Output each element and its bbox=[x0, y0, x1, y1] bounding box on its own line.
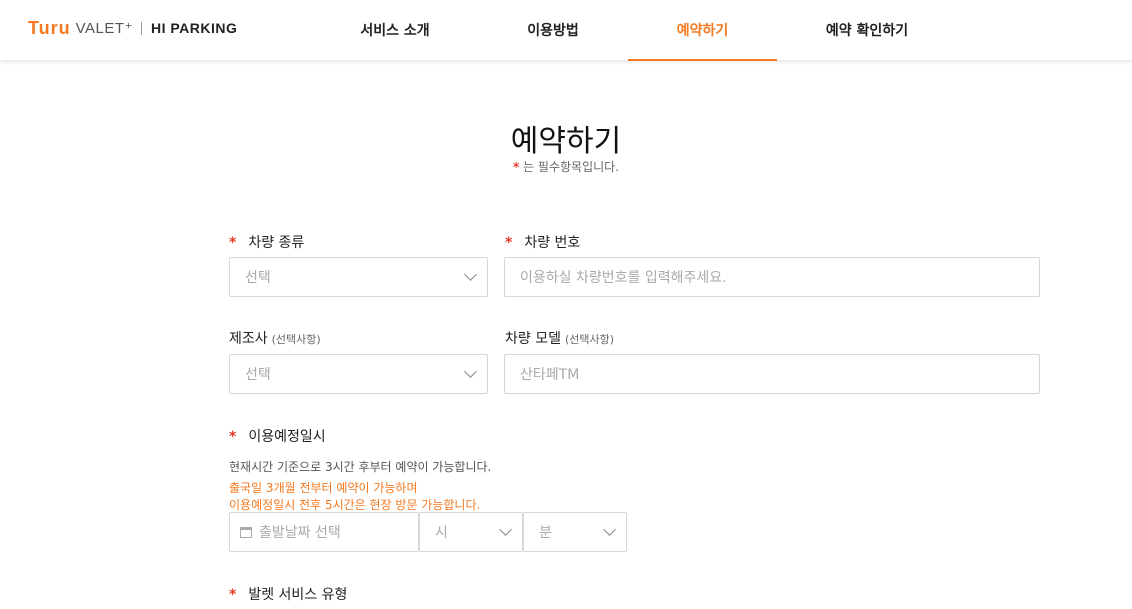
model-placeholder: 산타페TM bbox=[520, 367, 580, 383]
car-type-select-value: 선택 bbox=[245, 270, 271, 286]
nav-item-service-intro[interactable]: 서비스 소개 bbox=[330, 0, 460, 60]
schedule-help-text: 현재시간 기준으로 3시간 후부터 예약이 가능합니다. bbox=[229, 460, 492, 474]
car-type-select[interactable]: 선택 bbox=[229, 257, 488, 297]
hour-select[interactable]: 시 bbox=[419, 512, 523, 552]
maker-label: 제조사 (선택사항) bbox=[229, 328, 321, 348]
nav-item-reservation[interactable]: 예약하기 bbox=[628, 0, 777, 61]
service-type-label-text: 발렛 서비스 유형 bbox=[248, 587, 348, 603]
required-star: * bbox=[512, 160, 520, 174]
departure-date-picker[interactable]: 출발날짜 선택 bbox=[229, 512, 419, 552]
model-label-text: 차량 모델 bbox=[505, 331, 561, 347]
nav-item-check-reservation[interactable]: 예약 확인하기 bbox=[797, 0, 937, 60]
maker-optional-text: (선택사항) bbox=[271, 333, 321, 346]
maker-label-text: 제조사 bbox=[229, 331, 268, 347]
chevron-down-icon bbox=[464, 268, 477, 281]
required-star: * bbox=[229, 429, 237, 445]
car-number-label-text: 차량 번호 bbox=[524, 235, 581, 251]
model-label: 차량 모델 (선택사항) bbox=[505, 328, 614, 348]
service-type-label: * 발렛 서비스 유형 bbox=[229, 584, 347, 604]
top-navigation-bar: Turu VALET⁺ HI PARKING 서비스 소개 이용방법 예약하기 … bbox=[0, 0, 1132, 61]
model-optional-text: (선택사항) bbox=[564, 333, 615, 346]
hour-select-value: 시 bbox=[435, 525, 448, 541]
model-input[interactable]: 산타페TM bbox=[504, 354, 1040, 394]
chevron-down-icon bbox=[603, 523, 616, 536]
required-star: * bbox=[229, 587, 237, 603]
maker-select[interactable]: 선택 bbox=[229, 354, 488, 394]
required-fields-note: * 는 필수항목입니다. bbox=[0, 158, 1132, 175]
car-number-placeholder: 이용하실 차량번호를 입력해주세요. bbox=[520, 270, 727, 286]
required-star: * bbox=[229, 235, 237, 251]
page-title: 예약하기 bbox=[510, 124, 622, 159]
logo-hiparking-text: HI PARKING bbox=[150, 20, 238, 36]
schedule-warning-line1: 출국일 3개월 전부터 예약이 가능하며 bbox=[229, 481, 418, 495]
schedule-label: * 이용예정일시 bbox=[229, 426, 326, 446]
minute-select[interactable]: 분 bbox=[523, 512, 627, 552]
car-number-input[interactable]: 이용하실 차량번호를 입력해주세요. bbox=[504, 257, 1040, 297]
schedule-warning-line2: 이용예정일시 전후 5시간은 현장 방문 가능합니다. bbox=[229, 498, 481, 512]
car-type-label: * 차량 종류 bbox=[229, 232, 304, 252]
brand-logo[interactable]: Turu VALET⁺ HI PARKING bbox=[28, 17, 237, 39]
chevron-down-icon bbox=[499, 523, 512, 536]
nav-item-how-to-use[interactable]: 이용방법 bbox=[488, 0, 618, 60]
departure-date-placeholder: 출발날짜 선택 bbox=[259, 525, 341, 541]
car-type-label-text: 차량 종류 bbox=[248, 235, 305, 251]
calendar-icon bbox=[240, 526, 252, 538]
chevron-down-icon bbox=[464, 365, 477, 378]
logo-valet-text: VALET⁺ bbox=[75, 20, 133, 37]
logo-divider bbox=[140, 21, 142, 35]
maker-select-value: 선택 bbox=[245, 367, 271, 383]
required-note-text: 는 필수항목입니다. bbox=[523, 160, 620, 174]
minute-select-value: 분 bbox=[539, 525, 552, 541]
required-star: * bbox=[505, 235, 513, 251]
car-number-label: * 차량 번호 bbox=[505, 232, 580, 252]
logo-turu-text: Turu bbox=[28, 17, 71, 38]
schedule-label-text: 이용예정일시 bbox=[248, 429, 326, 445]
